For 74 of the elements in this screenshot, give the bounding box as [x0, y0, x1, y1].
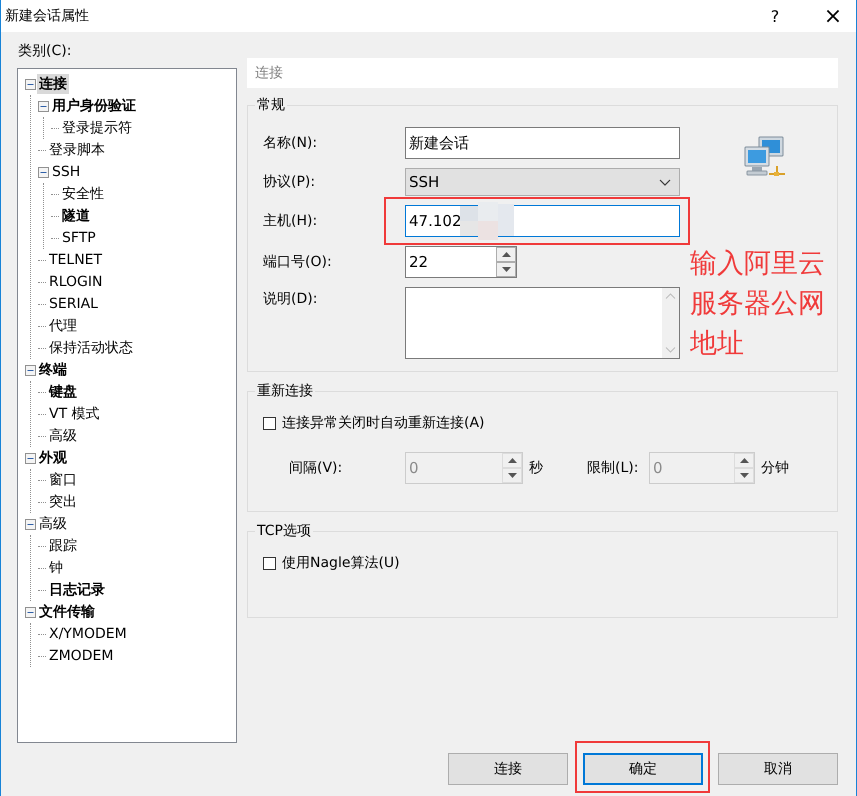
- panel-title: 连接: [255, 64, 283, 82]
- unit-label: 秒: [529, 459, 544, 477]
- window-title: 新建会话属性: [5, 7, 90, 25]
- tree-item[interactable]: 跟踪: [47, 536, 79, 556]
- tree-item[interactable]: VT 模式: [47, 404, 102, 424]
- spin-up-button[interactable]: [496, 247, 516, 262]
- text-area[interactable]: [405, 287, 680, 359]
- tree-item[interactable]: 窗口: [47, 470, 79, 490]
- tree-item[interactable]: RLOGIN: [47, 272, 104, 292]
- triangle-down-icon: [508, 473, 516, 478]
- tree-item[interactable]: 安全性: [60, 184, 106, 204]
- tree-item[interactable]: 突出: [47, 492, 79, 512]
- tree-item[interactable]: 登录提示符: [60, 118, 134, 138]
- tree-item[interactable]: 代理: [47, 316, 79, 336]
- spin-field[interactable]: 22: [405, 246, 517, 278]
- tree-item[interactable]: X/YMODEM: [47, 624, 129, 644]
- tree-item[interactable]: 文件传输: [37, 602, 97, 622]
- field-label: 限制(L):: [587, 459, 640, 477]
- triangle-up-icon: [502, 252, 510, 257]
- collapse-icon[interactable]: [25, 606, 36, 618]
- tree-item[interactable]: 高级: [37, 514, 69, 534]
- tree-item[interactable]: TELNET: [47, 250, 104, 270]
- tree-item[interactable]: ZMODEM: [47, 646, 116, 666]
- dialog-button[interactable]: 确定: [583, 753, 703, 785]
- tree-item[interactable]: 外观: [37, 448, 69, 468]
- chevron-down-icon: [659, 178, 671, 186]
- checkbox[interactable]: [263, 556, 276, 570]
- tree-item[interactable]: 登录脚本: [47, 140, 107, 160]
- field-label: 名称(N):: [263, 134, 318, 152]
- tree-item[interactable]: SSH: [50, 162, 82, 182]
- field-label: 端口号(O):: [263, 253, 333, 271]
- tree-item[interactable]: 高级: [47, 426, 79, 446]
- close-button[interactable]: ×: [810, 0, 856, 32]
- dialog-button[interactable]: 取消: [718, 753, 838, 785]
- collapse-icon[interactable]: [25, 78, 36, 90]
- help-button[interactable]: ?: [752, 0, 798, 32]
- tree-item[interactable]: 保持活动状态: [47, 338, 135, 358]
- group-title: TCP选项: [256, 522, 312, 540]
- tree-item[interactable]: 键盘: [47, 382, 79, 402]
- triangle-down-icon: [502, 267, 510, 272]
- triangle-up-icon: [740, 458, 748, 463]
- group-title: 常规: [256, 96, 286, 114]
- spin-down-button[interactable]: [496, 262, 516, 277]
- text-field[interactable]: 47.102: [405, 205, 680, 237]
- tree-item[interactable]: 连接: [37, 74, 69, 94]
- tree-item[interactable]: 日志记录: [47, 580, 107, 600]
- triangle-down-icon: [740, 473, 748, 478]
- collapse-icon[interactable]: [25, 364, 36, 376]
- checkbox[interactable]: [263, 416, 276, 430]
- field-label: 说明(D):: [263, 290, 318, 308]
- checkbox-label[interactable]: 使用Nagle算法(U): [282, 554, 400, 572]
- collapse-icon[interactable]: [25, 452, 36, 464]
- unit-label: 分钟: [761, 459, 790, 477]
- protocol-dropdown[interactable]: SSH: [405, 168, 680, 196]
- collapse-icon[interactable]: [38, 166, 49, 178]
- category-label: 类别(C):: [18, 42, 72, 60]
- field-label: 间隔(V):: [289, 459, 344, 477]
- group-title: 重新连接: [256, 382, 314, 400]
- triangle-up-icon: [508, 458, 516, 463]
- field-label: 主机(H):: [263, 212, 318, 230]
- tree-item[interactable]: SFTP: [60, 228, 98, 248]
- collapse-icon[interactable]: [25, 518, 36, 530]
- tree-item[interactable]: 用户身份验证: [50, 96, 138, 116]
- tree-item[interactable]: 隧道: [60, 206, 92, 226]
- collapse-icon[interactable]: [38, 100, 49, 112]
- dialog-button[interactable]: 连接: [448, 753, 568, 785]
- checkbox-label[interactable]: 连接异常关闭时自动重新连接(A): [282, 414, 485, 432]
- tree-item[interactable]: SERIAL: [47, 294, 100, 314]
- network-computers-icon: [743, 136, 787, 178]
- text-field[interactable]: 新建会话: [405, 127, 680, 159]
- annotation-text: 输入阿里云服务器公网地址: [690, 247, 826, 361]
- tree-item[interactable]: 终端: [37, 360, 69, 380]
- field-label: 协议(P):: [263, 173, 316, 191]
- tree-item[interactable]: 钟: [47, 558, 65, 578]
